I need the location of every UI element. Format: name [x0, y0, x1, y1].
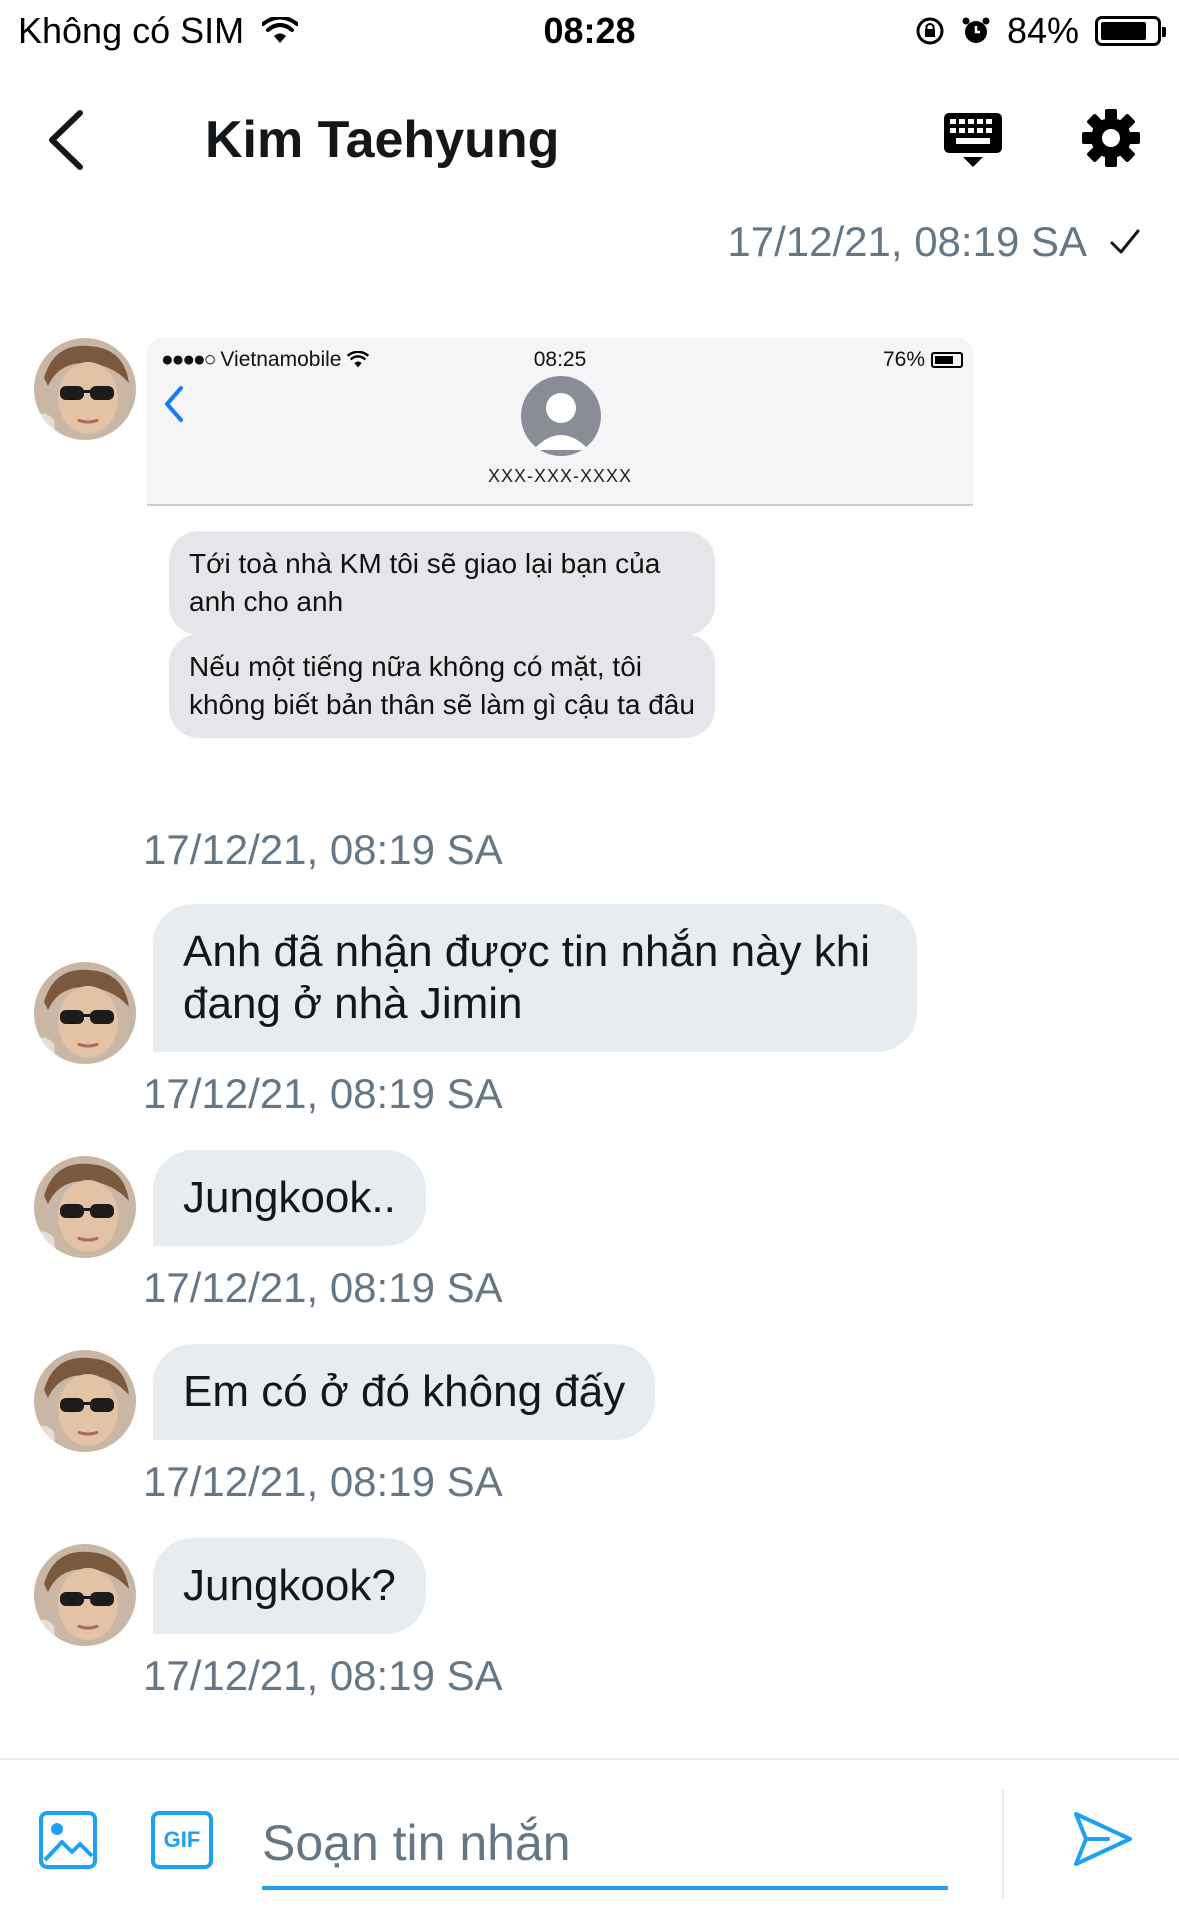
avatar-photo	[34, 1544, 136, 1646]
battery-percent: 84%	[1006, 10, 1079, 51]
screenshot-battery: 76%	[882, 348, 925, 371]
message-timestamp: 17/12/21, 08:19 SA	[143, 826, 503, 873]
divider	[1002, 1790, 1004, 1898]
send-button[interactable]	[1070, 1806, 1136, 1872]
message-bubble[interactable]: Jungkook..	[153, 1150, 426, 1246]
keyboard-button[interactable]	[938, 105, 1008, 175]
avatar-photo	[34, 1350, 136, 1452]
battery-level	[1101, 22, 1147, 40]
chevron-left-icon	[165, 386, 183, 422]
avatar[interactable]	[34, 338, 136, 440]
image-icon	[39, 1811, 97, 1869]
message-bubble[interactable]: Em có ở đó không đấy	[153, 1344, 656, 1440]
status-bar: Không có SIM 08:28 84%	[0, 0, 1179, 60]
screenshot-header: ●●●●○ Vietnamobile 08:25 76% XXX-XXX-XXX…	[147, 338, 973, 506]
message-input[interactable]	[262, 1790, 948, 1890]
message-timestamp: 17/12/21, 08:19 SA	[143, 1458, 503, 1505]
screenshot-time: 08:25	[533, 348, 587, 371]
gif-button[interactable]: GIF	[150, 1810, 214, 1870]
avatar[interactable]	[34, 1544, 136, 1646]
message-bubble[interactable]: Jungkook?	[153, 1538, 426, 1634]
page-title: Kim Taehyung	[205, 111, 560, 169]
message-timestamp: 17/12/21, 08:19 SA	[143, 1264, 503, 1311]
add-image-button[interactable]	[38, 1810, 98, 1870]
screenshot-message: Tới toà nhà KM tôi sẽ giao lại bạn của a…	[169, 531, 715, 635]
sent-timestamp: 17/12/21, 08:19 SA	[727, 218, 1141, 266]
avatar[interactable]	[34, 1350, 136, 1452]
avatar-photo	[34, 1156, 136, 1258]
settings-button[interactable]	[1078, 105, 1144, 171]
battery-icon	[1095, 16, 1166, 46]
checkmark-icon	[1110, 229, 1140, 254]
gear-icon	[1082, 109, 1140, 167]
timestamp-text: 17/12/21, 08:19 SA	[727, 218, 1087, 265]
avatar-photo	[34, 338, 136, 440]
message-bubble[interactable]: Anh đã nhận được tin nhắn này khi đang ở…	[153, 904, 917, 1052]
screenshot-message: Nếu một tiếng nữa không có mặt, tôi khôn…	[169, 634, 715, 738]
back-button[interactable]	[38, 105, 98, 175]
message-timestamp: 17/12/21, 08:19 SA	[143, 1652, 503, 1699]
keyboard-icon	[944, 113, 1002, 167]
avatar-photo	[34, 962, 136, 1064]
contact-avatar-icon	[521, 376, 601, 456]
chevron-left-icon	[49, 110, 83, 170]
gif-label: GIF	[163, 1827, 201, 1852]
send-icon	[1074, 1812, 1132, 1866]
screenshot-image[interactable]: ●●●●○ Vietnamobile 08:25 76% XXX-XXX-XXX…	[147, 338, 973, 790]
avatar[interactable]	[34, 962, 136, 1064]
avatar[interactable]	[34, 1156, 136, 1258]
battery-icon	[931, 352, 963, 368]
conversation-header: Kim Taehyung	[0, 90, 1179, 190]
alarm-icon	[962, 17, 990, 43]
message-composer: GIF	[0, 1758, 1179, 1920]
message-timestamp: 17/12/21, 08:19 SA	[143, 1070, 503, 1117]
contact-number: XXX-XXX-XXXX	[487, 466, 633, 486]
orientation-lock-icon	[916, 17, 944, 45]
